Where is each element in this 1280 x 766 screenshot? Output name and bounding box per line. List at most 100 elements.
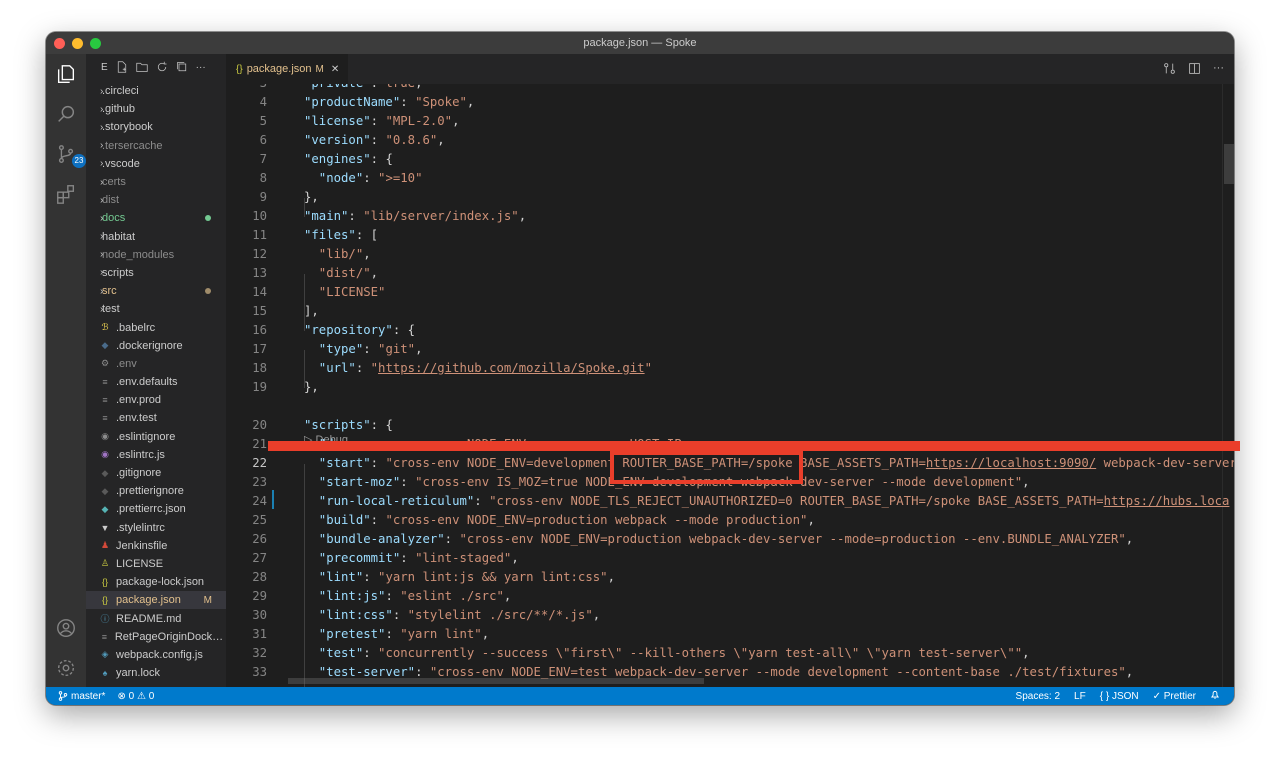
new-file-icon[interactable] — [116, 61, 128, 73]
eol-indicator[interactable]: LF — [1074, 691, 1086, 702]
code-token: , — [511, 551, 519, 565]
code-token: }, — [304, 190, 319, 204]
code-token: , — [415, 342, 423, 356]
folder-item[interactable]: › .tersercache — [86, 137, 226, 155]
account-icon[interactable] — [54, 616, 78, 640]
folder-item[interactable]: › certs — [86, 173, 226, 191]
tree-item-label: yarn.lock — [116, 667, 161, 680]
folder-item[interactable]: › docs — [86, 209, 226, 227]
notifications-bell-icon[interactable] — [1210, 689, 1220, 703]
file-item[interactable]: ⚙ .env — [86, 355, 226, 373]
close-window-button[interactable] — [54, 38, 65, 49]
file-item[interactable]: ◆ .gitignore — [86, 464, 226, 482]
file-item[interactable]: ≡ .env.prod — [86, 391, 226, 409]
annotation-redline — [268, 441, 1240, 451]
code-token: "lint" — [304, 570, 364, 584]
tree-item-label: habitat — [102, 230, 136, 243]
code-text: "lint": "yarn lint:js && yarn lint:css", — [304, 568, 615, 587]
file-item[interactable]: ◈ webpack.config.js — [86, 646, 226, 664]
code-text: "precommit": "lint-staged", — [304, 549, 519, 568]
file-item[interactable]: ℬ .babelrc — [86, 318, 226, 336]
folder-item[interactable]: › .storybook — [86, 118, 226, 136]
webpack-icon: ◈ — [101, 649, 109, 660]
tree-item-label: .stylelintrc — [116, 521, 165, 534]
folder-item[interactable]: › .circleci — [86, 82, 226, 100]
file-item[interactable]: ◉ .eslintignore — [86, 428, 226, 446]
code-token: : — [363, 646, 379, 660]
code-line: 29 "lint:js": "eslint ./src", — [226, 587, 1234, 606]
code-token: , — [370, 266, 379, 280]
collapse-all-icon[interactable] — [176, 61, 188, 73]
extensions-icon[interactable] — [54, 182, 78, 206]
folder-item[interactable]: › habitat — [86, 228, 226, 246]
file-item[interactable]: ◉ .eslintrc.js — [86, 446, 226, 464]
code-token: "license" — [304, 114, 371, 128]
gear-icon[interactable] — [54, 656, 78, 680]
code-editor[interactable]: ▷ Debug 3"private": true,4"productName":… — [226, 84, 1234, 687]
indentation-indicator[interactable]: Spaces: 2 — [1016, 691, 1060, 702]
problems-indicator[interactable]: ⊗ 0 ⚠ 0 — [117, 691, 154, 702]
code-token: "test" — [304, 646, 364, 660]
file-item[interactable]: ≡ .env.defaults — [86, 373, 226, 391]
code-line: 28 "lint": "yarn lint:js && yarn lint:cs… — [226, 568, 1234, 587]
code-line: 15], — [226, 302, 1234, 321]
line-number: 19 — [252, 380, 267, 394]
folder-item[interactable]: › test — [86, 300, 226, 318]
folder-item[interactable]: › dist — [86, 191, 226, 209]
file-item[interactable]: {} package.json M — [86, 591, 226, 610]
more-actions-icon[interactable]: ··· — [196, 62, 206, 73]
language-mode[interactable]: { } JSON — [1100, 691, 1139, 702]
refresh-icon[interactable] — [156, 61, 168, 73]
line-number: 31 — [252, 627, 267, 641]
file-item[interactable]: ♟ Jenkinsfile — [86, 537, 226, 555]
code-token: "MPL-2.0" — [385, 114, 453, 128]
explorer-icon[interactable] — [54, 62, 78, 86]
chevron-right-icon: › — [100, 231, 104, 243]
file-item[interactable]: ◆ .prettierignore — [86, 482, 226, 500]
code-text: "private": true, — [304, 84, 422, 93]
file-item[interactable]: ≡ .env.test — [86, 409, 226, 427]
close-icon[interactable]: ✕ — [331, 64, 339, 75]
file-item[interactable]: {} package-lock.json — [86, 573, 226, 591]
tree-item-label: package-lock.json — [116, 576, 205, 589]
file-item[interactable]: ◆ .dockerignore — [86, 337, 226, 355]
code-token: "yarn lint" — [400, 627, 482, 641]
more-editor-actions-icon[interactable]: ··· — [1213, 62, 1224, 80]
code-line: 11 "files": [ — [226, 226, 1234, 245]
file-item[interactable]: ◆ .prettierrc.json — [86, 500, 226, 518]
chevron-right-icon: › — [100, 176, 104, 188]
file-item[interactable]: ⓘ README.md — [86, 609, 226, 627]
code-token: , — [437, 133, 445, 147]
code-token: : — [400, 95, 416, 109]
code-token: "yarn lint:js && yarn lint:css" — [378, 570, 608, 584]
branch-indicator[interactable]: master* — [58, 691, 105, 702]
code-line: 24 "run-local-reticulum": "cross-env NOD… — [226, 492, 1234, 511]
code-token: "main" — [304, 209, 349, 223]
folder-item[interactable]: › .github — [86, 100, 226, 118]
code-token: ], — [304, 304, 319, 318]
file-item[interactable]: ▼ .stylelintrc — [86, 519, 226, 537]
open-changes-icon[interactable] — [1163, 62, 1176, 80]
source-control-icon[interactable]: 23 — [54, 142, 86, 168]
split-editor-icon[interactable] — [1188, 62, 1201, 80]
minimize-window-button[interactable] — [72, 38, 83, 49]
folder-item[interactable]: › .vscode — [86, 155, 226, 173]
file-item[interactable]: ♠ yarn.lock — [86, 664, 226, 682]
folder-item[interactable]: › src — [86, 282, 226, 300]
code-token: https://localhost:9090/ — [925, 456, 1097, 470]
file-item[interactable]: ≡ RetPageOriginDockerfile — [86, 628, 226, 646]
new-folder-icon[interactable] — [136, 61, 148, 73]
code-line: 27 "precommit": "lint-staged", — [226, 549, 1234, 568]
code-token: "lib/" — [304, 247, 364, 261]
code-token: , — [1022, 475, 1030, 489]
file-item[interactable]: ♙ LICENSE — [86, 555, 226, 573]
prettier-status[interactable]: ✓ Prettier — [1153, 691, 1196, 702]
folder-item[interactable]: › scripts — [86, 264, 226, 282]
code-text: "pretest": "yarn lint", — [304, 625, 489, 644]
line-number: 14 — [252, 285, 267, 299]
zoom-window-button[interactable] — [90, 38, 101, 49]
search-icon[interactable] — [54, 102, 78, 126]
folder-item[interactable]: › node_modules — [86, 246, 226, 264]
tab-package-json[interactable]: {} package.json M ✕ — [226, 54, 348, 84]
chevron-right-icon: › — [100, 158, 104, 170]
